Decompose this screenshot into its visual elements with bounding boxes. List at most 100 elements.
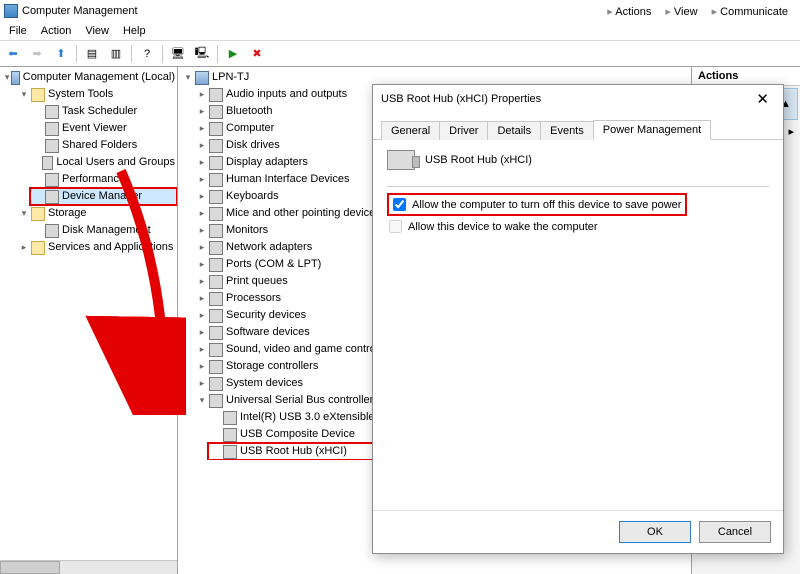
twisty-icon[interactable]: ▸ xyxy=(196,242,208,254)
item-icon xyxy=(45,105,59,119)
tree-item[interactable]: ▸Event Viewer xyxy=(30,120,177,137)
menu-view[interactable]: View xyxy=(78,23,116,39)
twisty-icon[interactable]: ▸ xyxy=(196,174,208,186)
power-off-checkbox[interactable] xyxy=(393,198,406,211)
twisty-icon[interactable]: ▸ xyxy=(196,208,208,220)
category-icon xyxy=(209,309,223,323)
dialog-body: USB Root Hub (xHCI) Allow the computer t… xyxy=(373,140,783,510)
properties-button[interactable]: ▥ xyxy=(105,43,127,65)
enable-button[interactable]: ▶ xyxy=(222,43,244,65)
disable-button[interactable]: ✖ xyxy=(246,43,268,65)
category-icon xyxy=(209,88,223,102)
group-label: System Tools xyxy=(48,86,113,103)
category-label: Computer xyxy=(226,120,274,137)
twisty-icon[interactable]: ▸ xyxy=(196,191,208,203)
item-icon xyxy=(45,224,59,238)
tab-general[interactable]: General xyxy=(381,121,440,140)
category-label: Security devices xyxy=(226,307,306,324)
tree-item[interactable]: ▸Task Scheduler xyxy=(30,103,177,120)
twisty-icon[interactable]: ▸ xyxy=(196,378,208,390)
back-button[interactable]: ⬅ xyxy=(2,43,24,65)
tab-driver[interactable]: Driver xyxy=(439,121,488,140)
twisty-icon[interactable]: ▸ xyxy=(196,327,208,339)
tree-item[interactable]: ▸Performance xyxy=(30,171,177,188)
usb-category-icon xyxy=(209,394,223,408)
scan-hw-button[interactable]: 🖥 xyxy=(167,43,189,65)
device-icon xyxy=(223,411,237,425)
category-icon xyxy=(209,292,223,306)
help-button[interactable]: ? xyxy=(136,43,158,65)
menu-file[interactable]: File xyxy=(2,23,34,39)
item-label: Task Scheduler xyxy=(62,103,137,120)
twisty-icon[interactable]: ▸ xyxy=(196,225,208,237)
twisty-icon[interactable]: ▸ xyxy=(196,157,208,169)
tree-item[interactable]: ▸Shared Folders xyxy=(30,137,177,154)
horiz-scrollbar[interactable] xyxy=(0,560,177,574)
close-icon[interactable]: ✕ xyxy=(750,88,775,110)
tree-root[interactable]: ▾ Computer Management (Local) xyxy=(2,69,177,86)
computer-icon xyxy=(11,71,19,85)
twisty-icon[interactable]: ▸ xyxy=(196,293,208,305)
dialog-tabs: GeneralDriverDetailsEventsPower Manageme… xyxy=(373,113,783,140)
tab-events[interactable]: Events xyxy=(540,121,594,140)
root-label: Computer Management (Local) xyxy=(23,69,175,86)
twisty-icon[interactable]: ▸ xyxy=(196,89,208,101)
tree-group[interactable]: ▾Storage xyxy=(16,205,177,222)
twisty-icon[interactable]: ▾ xyxy=(4,72,10,84)
dialog-titlebar[interactable]: USB Root Hub (xHCI) Properties ✕ xyxy=(373,85,783,113)
toolbar: ⬅ ➡ ⬆ ▤ ▥ ? 🖥 🖳 ▶ ✖ xyxy=(0,41,800,67)
tree-item[interactable]: ▸Device Manager xyxy=(30,188,177,205)
twisty-icon[interactable]: ▸ xyxy=(196,310,208,322)
menu-help[interactable]: Help xyxy=(116,23,153,39)
category-icon xyxy=(209,207,223,221)
item-label: Performance xyxy=(62,171,125,188)
scrollbar-thumb[interactable] xyxy=(0,561,60,574)
category-icon xyxy=(209,224,223,238)
shortcut-view[interactable]: View xyxy=(665,5,697,18)
twisty-icon[interactable]: ▸ xyxy=(196,344,208,356)
tab-details[interactable]: Details xyxy=(487,121,541,140)
shortcut-communicate[interactable]: Communicate xyxy=(712,5,788,18)
tab-power-management[interactable]: Power Management xyxy=(593,120,711,140)
twisty-icon[interactable]: ▸ xyxy=(196,106,208,118)
twisty-icon[interactable]: ▸ xyxy=(196,140,208,152)
ok-button[interactable]: OK xyxy=(619,521,691,543)
up-button[interactable]: ⬆ xyxy=(50,43,72,65)
twisty-icon[interactable]: ▾ xyxy=(18,208,30,220)
device-name: USB Root Hub (xHCI) xyxy=(425,154,532,166)
menu-action[interactable]: Action xyxy=(34,23,79,39)
tree-group[interactable]: ▸ Services and Applications xyxy=(16,239,177,256)
tree-item[interactable]: ▸Disk Management xyxy=(30,222,177,239)
twisty-icon[interactable]: ▾ xyxy=(196,395,208,407)
left-tree[interactable]: ▾ Computer Management (Local) ▾ System To… xyxy=(0,67,177,560)
tree-item[interactable]: ▸Local Users and Groups xyxy=(30,154,177,171)
tree-group[interactable]: ▾ System Tools xyxy=(16,86,177,103)
device-tree-button[interactable]: 🖳 xyxy=(191,43,213,65)
category-label: Display adapters xyxy=(226,154,308,171)
twisty-icon[interactable]: ▸ xyxy=(196,123,208,135)
category-icon xyxy=(209,156,223,170)
twisty-icon[interactable]: ▸ xyxy=(196,259,208,271)
power-off-checkbox-row[interactable]: Allow the computer to turn off this devi… xyxy=(391,196,683,213)
category-label: Sound, video and game controllers xyxy=(226,341,396,358)
twisty-icon[interactable]: ▸ xyxy=(196,276,208,288)
category-label: Software devices xyxy=(226,324,310,341)
group-label: Services and Applications xyxy=(48,239,173,256)
shortcut-actions[interactable]: Actions xyxy=(607,5,651,18)
category-label: Storage controllers xyxy=(226,358,318,375)
twisty-icon[interactable]: ▸ xyxy=(18,242,30,254)
chevron-right-icon: ▸ xyxy=(788,125,794,138)
show-hide-tree-button[interactable]: ▤ xyxy=(81,43,103,65)
twisty-icon[interactable]: ▸ xyxy=(196,361,208,373)
item-icon xyxy=(45,190,59,204)
category-label: Disk drives xyxy=(226,137,280,154)
usb-icon xyxy=(387,150,415,170)
twisty-icon[interactable]: ▾ xyxy=(18,89,30,101)
highlight-box: Allow the computer to turn off this devi… xyxy=(387,193,687,216)
category-icon xyxy=(209,343,223,357)
toolbar-sep xyxy=(76,45,77,63)
forward-button: ➡ xyxy=(26,43,48,65)
category-icon xyxy=(209,122,223,136)
twisty-icon[interactable]: ▾ xyxy=(182,72,194,84)
cancel-button[interactable]: Cancel xyxy=(699,521,771,543)
